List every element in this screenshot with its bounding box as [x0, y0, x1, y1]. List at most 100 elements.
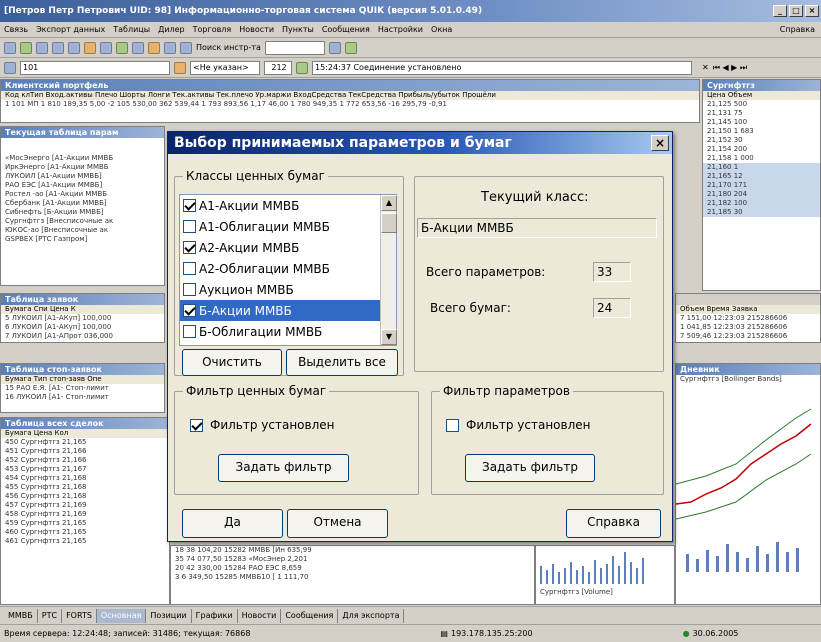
table-row[interactable]: 453 Сургнфтгз 21,167	[1, 465, 169, 474]
help-button[interactable]: Справка	[566, 509, 661, 538]
text-icon[interactable]	[84, 41, 96, 54]
chart-icon[interactable]	[100, 41, 112, 54]
account-select[interactable]: 101	[20, 60, 170, 75]
menu-item-dealer[interactable]: Дилер	[158, 25, 185, 34]
table-row[interactable]: 7 ЛУКОЙЛ [А1-АПрот 036,000	[1, 332, 164, 341]
class-item[interactable]: Аукцион ММВБ	[180, 279, 396, 300]
table-row[interactable]: 457 Сургнфтгз 21,169	[1, 501, 169, 510]
list-item[interactable]: 21,150 1 683	[703, 127, 820, 136]
scroll-thumb[interactable]	[381, 213, 397, 233]
securities-set-filter-button[interactable]: Задать фильтр	[218, 454, 349, 482]
tab-export[interactable]: Для экспорта	[338, 608, 405, 623]
dialog-close-icon[interactable]: ×	[651, 135, 669, 151]
tab-forts[interactable]: FORTS	[62, 608, 97, 623]
table-row[interactable]: 452 Сургнфтгз 21,166	[1, 456, 169, 465]
maximize-icon[interactable]: □	[789, 5, 803, 17]
clear-button[interactable]: Очистить	[182, 349, 282, 376]
menu-item-points[interactable]: Пункты	[282, 25, 314, 34]
scroll-up-icon[interactable]: ▲	[381, 195, 397, 211]
table-icon[interactable]	[36, 41, 48, 54]
class-checkbox[interactable]	[183, 199, 196, 212]
settings-icon[interactable]	[164, 41, 176, 54]
table-row[interactable]: GSPBEX [РТС Газпром]	[1, 235, 164, 244]
table-row[interactable]: 455 Сургнфтгз 21,168	[1, 483, 169, 492]
table-row[interactable]: Ростел -ао [А1-Акции ММВБ	[1, 190, 164, 199]
disconnect-icon[interactable]	[20, 41, 32, 54]
table-row[interactable]: 6 ЛУКОЙЛ [А1-АКуп] 100,000	[1, 323, 164, 332]
tab-messages[interactable]: Сообщения	[281, 608, 339, 623]
list-item[interactable]: 21,180 204	[703, 190, 820, 199]
table-row[interactable]: 18 38 104,20 15282 ММВБ [Ин 635,99	[171, 546, 534, 555]
ok-button[interactable]: Да	[182, 509, 283, 538]
classes-scrollbar[interactable]: ▲ ▼	[380, 195, 397, 345]
securities-filter-checkbox[interactable]	[190, 418, 203, 432]
table-row[interactable]: 5 ЛУКОЙЛ [А1-АКуп] 100,000	[1, 314, 164, 323]
portfolio-icon[interactable]	[132, 41, 144, 54]
portfolio-row[interactable]: 1 101 МП 1 810 189,35 5,00 -2 105 530,00…	[1, 100, 699, 109]
table-row[interactable]: 35 74 077,50 15283 «МосЭнер 2,201	[171, 555, 534, 564]
instrument-select[interactable]: <Не указан>	[190, 60, 260, 75]
tab-micex[interactable]: ММВБ	[4, 608, 38, 623]
close-icon[interactable]: ×	[805, 5, 819, 17]
cancel-button[interactable]: Отмена	[287, 509, 388, 538]
table-row[interactable]: 7 151,00 12:23:03 215286606	[676, 314, 820, 323]
table-row[interactable]: 451 Сургнфтгз 21,166	[1, 447, 169, 456]
filter-icon[interactable]	[174, 61, 186, 74]
nav-arrows-icon[interactable]: ⏮ ◀ ▶ ⏭	[713, 63, 747, 73]
menu-item-help[interactable]: Справка	[780, 25, 815, 34]
table-row[interactable]: 3 6 349,50 15285 ММВБ10 [ 1 111,70	[171, 573, 534, 582]
graph-icon[interactable]	[328, 41, 341, 54]
table-row[interactable]: 1 041,85 12:23:03 215286606	[676, 323, 820, 332]
table-row[interactable]: 454 Сургнфтгз 21,168	[1, 474, 169, 483]
list-item[interactable]: 21,165 12	[703, 172, 820, 181]
list-item[interactable]: 21,170 171	[703, 181, 820, 190]
class-item[interactable]: А2-Облигации ММВБ	[180, 258, 396, 279]
price-chart[interactable]	[676, 384, 820, 594]
tab-main[interactable]: Основная	[96, 608, 147, 623]
table-row[interactable]: 458 Сургнфтгз 21,169	[1, 510, 169, 519]
table-row[interactable]: 461 Сургнфтгз 21,165	[1, 537, 169, 546]
list-item[interactable]: 21,145 100	[703, 118, 820, 127]
table-row[interactable]: ЮКОС-ао [Внесписочные ак	[1, 226, 164, 235]
class-item[interactable]: А1-Облигации ММВБ	[180, 216, 396, 237]
class-checkbox[interactable]	[183, 241, 196, 254]
list-item[interactable]: 21,125 500	[703, 100, 820, 109]
params-filter-toggle[interactable]: Фильтр установлен	[446, 418, 591, 432]
list-item[interactable]: 21,185 30	[703, 208, 820, 217]
table-row[interactable]: 16 ЛУКОЙЛ [А1- Стоп-лимит	[1, 393, 164, 402]
scroll-down-icon[interactable]: ▼	[381, 329, 397, 345]
menu-item-connection[interactable]: Связь	[4, 25, 28, 34]
class-checkbox[interactable]	[183, 325, 196, 338]
table-row[interactable]: 20 42 330,00 15284 РАО ЕЭС 8,659	[171, 564, 534, 573]
table-row[interactable]: Сбербанк [А1-Акции ММВБ]	[1, 199, 164, 208]
classes-listbox[interactable]: А1-Акции ММВБ А1-Облигации ММВБ А2-Акции…	[179, 194, 397, 346]
tab-positions[interactable]: Позиции	[146, 608, 192, 623]
list-item[interactable]: 21,154 200	[703, 145, 820, 154]
table-row[interactable]: 7 509,46 12:23:03 215286606	[676, 332, 820, 341]
search-icon[interactable]	[180, 41, 192, 54]
order-icon[interactable]	[116, 41, 128, 54]
list-item[interactable]: 21,158 1 000	[703, 154, 820, 163]
table-row[interactable]: Сургнфтгз [Внесписочные ак	[1, 217, 164, 226]
menu-item-trading[interactable]: Торговля	[193, 25, 232, 34]
table-row[interactable]: ИркЭнерго [А1-Акции ММВБ	[1, 163, 164, 172]
class-item[interactable]: А2-Акции ММВБ	[180, 237, 396, 258]
class-item[interactable]: А1-Акции ММВБ	[180, 195, 396, 216]
list-item[interactable]: 21,160 1	[703, 163, 820, 172]
class-checkbox[interactable]	[183, 262, 196, 275]
menu-item-windows[interactable]: Окна	[431, 25, 452, 34]
securities-filter-toggle[interactable]: Фильтр установлен	[190, 418, 335, 432]
tab-rts[interactable]: РТС	[38, 608, 63, 623]
class-item[interactable]: Б-Облигации ММВБ	[180, 321, 396, 342]
tab-charts[interactable]: Графики	[192, 608, 238, 623]
class-checkbox[interactable]	[183, 283, 196, 296]
table-row[interactable]: 459 Сургнфтгз 21,165	[1, 519, 169, 528]
news-icon[interactable]	[148, 41, 160, 54]
params-set-filter-button[interactable]: Задать фильтр	[465, 454, 595, 482]
menu-item-messages[interactable]: Сообщения	[322, 25, 370, 34]
list-item[interactable]: 21,131 75	[703, 109, 820, 118]
table-row[interactable]: РАО ЕЭС [А1-Акции ММВБ]	[1, 181, 164, 190]
class-checkbox[interactable]	[183, 304, 196, 317]
list-item[interactable]: 21,182 100	[703, 199, 820, 208]
menu-item-news[interactable]: Новости	[239, 25, 274, 34]
